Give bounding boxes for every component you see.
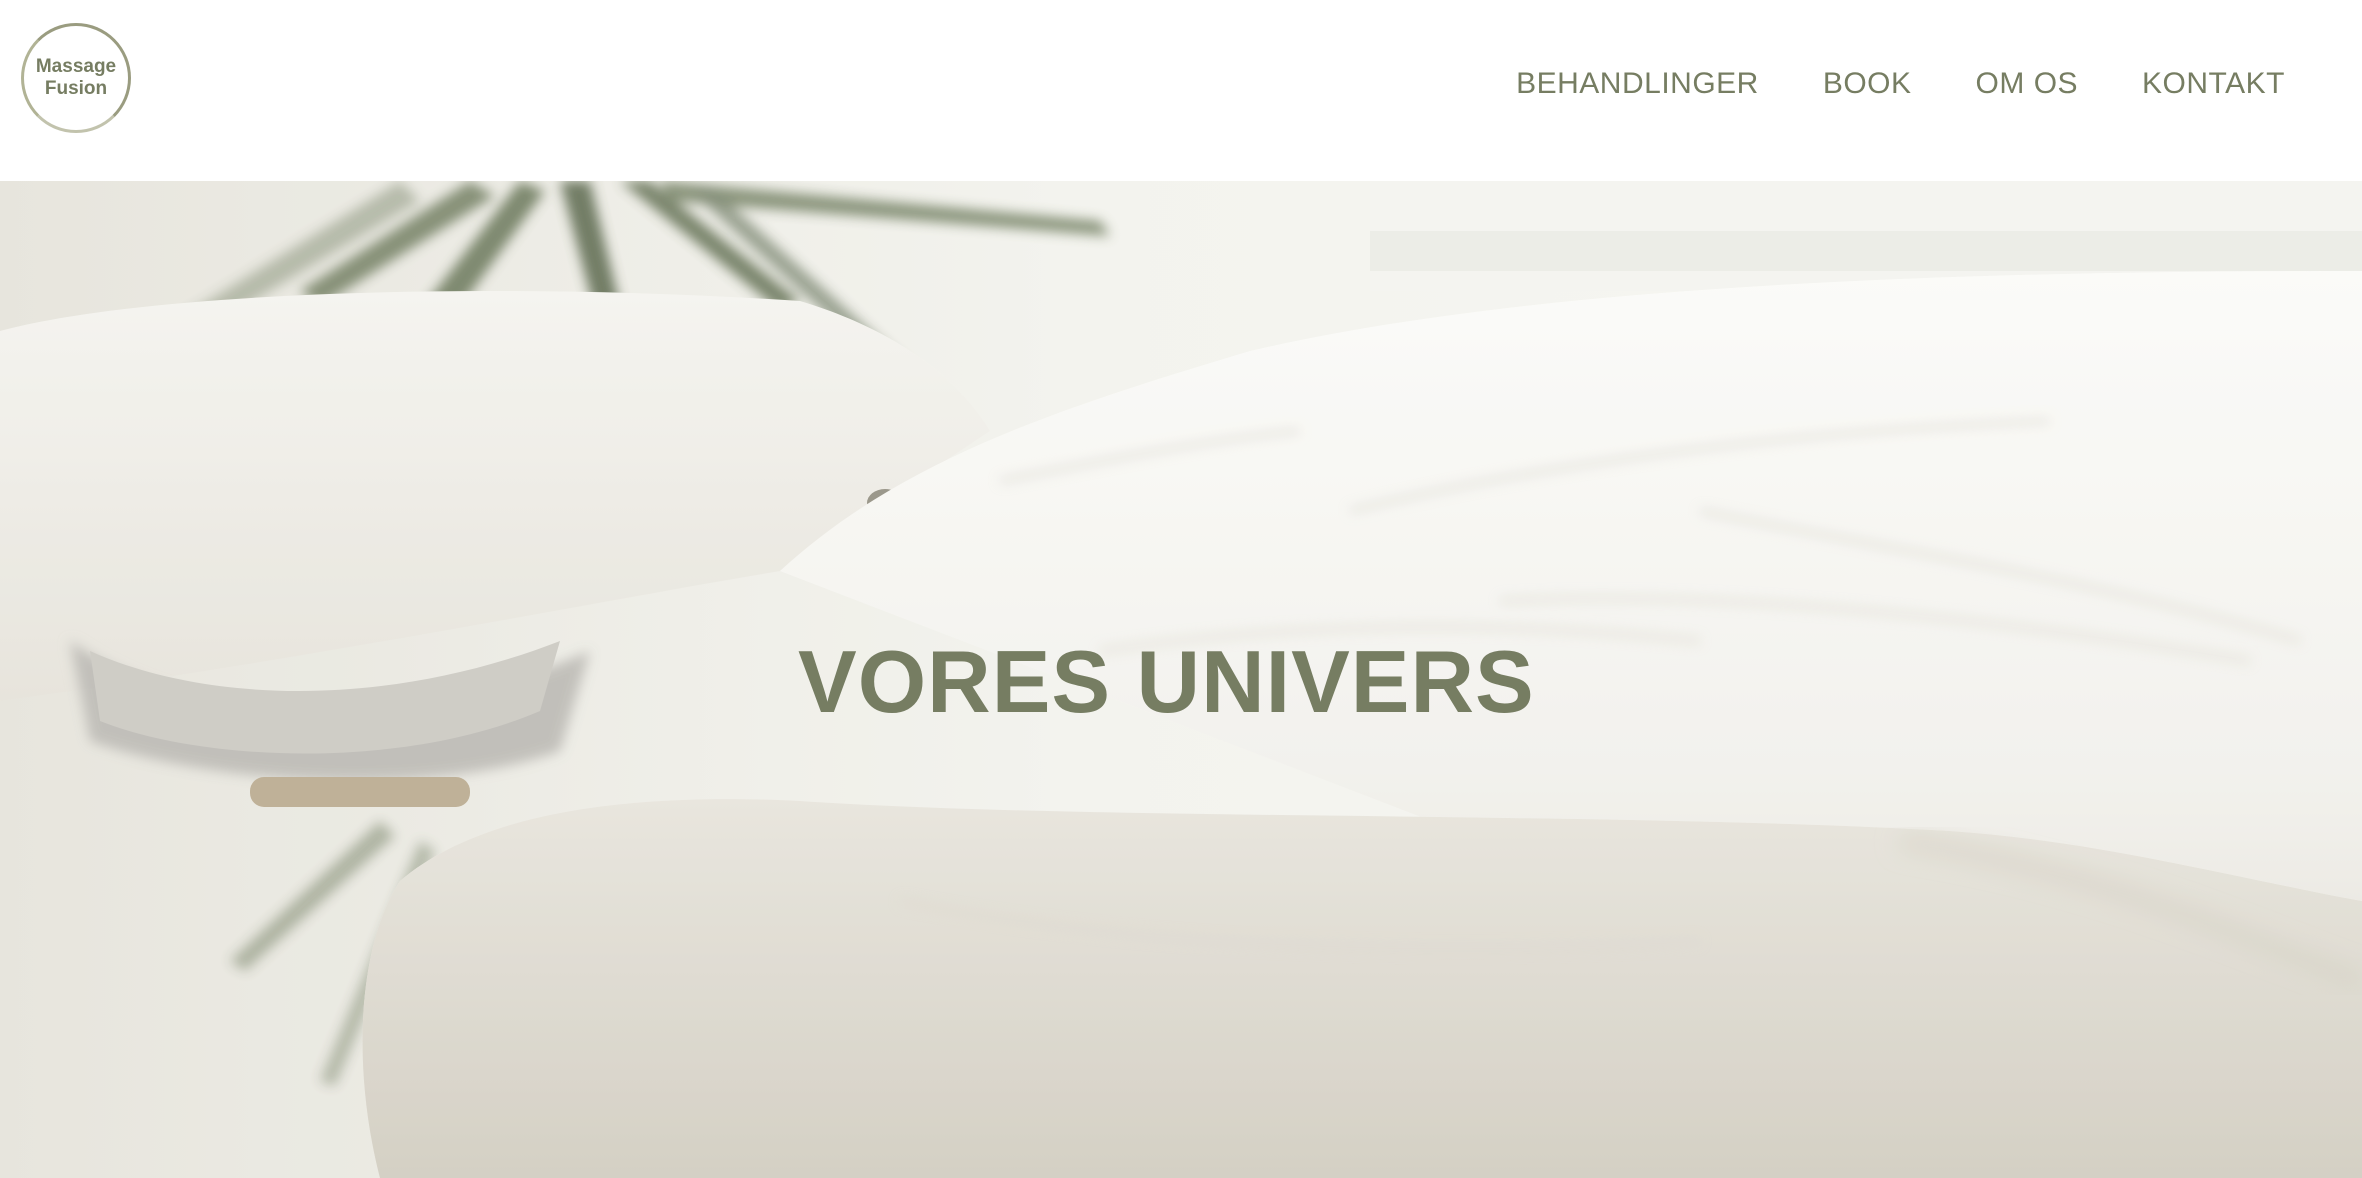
- site-header: Massage Fusion BEHANDLINGER BOOK OM OS K…: [0, 0, 2362, 181]
- hero-section: VORES UNIVERS: [0, 181, 2362, 1178]
- hero-title: VORES UNIVERS: [798, 632, 1535, 731]
- logo-text-line1: Massage: [35, 56, 117, 77]
- nav-item-kontakt[interactable]: KONTAKT: [2142, 64, 2285, 104]
- nav-item-om-os[interactable]: OM OS: [1976, 64, 2079, 104]
- logo-text-line2: Fusion: [44, 78, 108, 99]
- nav-item-behandlinger[interactable]: BEHANDLINGER: [1516, 64, 1759, 104]
- massage-fusion-logo[interactable]: Massage Fusion: [21, 23, 131, 133]
- main-nav: BEHANDLINGER BOOK OM OS KONTAKT: [1516, 64, 2285, 104]
- nav-item-book[interactable]: BOOK: [1823, 64, 1912, 104]
